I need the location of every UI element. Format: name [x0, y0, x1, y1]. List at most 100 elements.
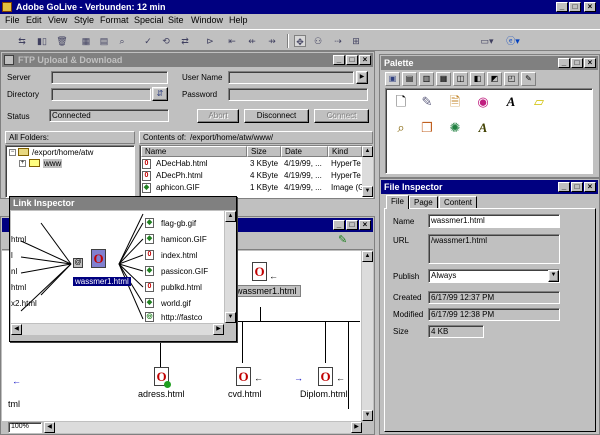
site-node-adress[interactable]: O adress.html	[134, 363, 190, 403]
maximize-button[interactable]: □	[569, 2, 581, 12]
username-field[interactable]	[228, 71, 354, 84]
menu-file[interactable]: File	[5, 15, 20, 25]
palette-tab-9-icon[interactable]: ✎	[521, 72, 536, 86]
site-tool-icon[interactable]: ✎	[338, 234, 352, 246]
abort-button[interactable]: Abort	[197, 109, 239, 123]
tool-11-icon[interactable]: ⇤	[226, 35, 238, 47]
site-maximize-button[interactable]: □	[346, 220, 358, 230]
hierarchy-icon[interactable]: ⚇	[312, 35, 324, 47]
inspector-minimize-button[interactable]: _	[558, 182, 570, 192]
site-node-cvd[interactable]: O ← cvd.html	[222, 363, 282, 403]
link-left-item[interactable]: l	[11, 251, 13, 260]
link-left-item[interactable]: x2.html	[11, 299, 37, 308]
image-tool-icon[interactable]: ✎	[416, 91, 438, 113]
scroll-down-arrow[interactable]: ▼	[362, 186, 373, 197]
inspector-close-button[interactable]: ×	[584, 182, 596, 192]
table-row[interactable]: 0 ADecPh.html 4 KByte 4/19/99, ... Hyper…	[142, 171, 362, 181]
link-left-item[interactable]: html	[11, 235, 26, 244]
minimize-button[interactable]: _	[556, 2, 568, 12]
name-field[interactable]: wassmer1.html	[428, 214, 560, 228]
tab-content[interactable]: Content	[439, 196, 478, 208]
menu-window[interactable]: Window	[191, 15, 223, 25]
scroll-up-arrow[interactable]: ▲	[362, 146, 373, 157]
link-left-item[interactable]: nl	[11, 267, 17, 276]
tool-4-icon[interactable]: ▦	[80, 35, 92, 47]
palette-maximize-button[interactable]: □	[571, 58, 583, 68]
table-row[interactable]: 0 ADecHab.html 3 KByte 4/19/99, ... Hype…	[142, 159, 362, 169]
tool-13-icon[interactable]: ⇸	[266, 35, 278, 47]
link-left-item[interactable]: html	[11, 283, 26, 292]
link-right-item[interactable]: index.html	[161, 251, 197, 260]
username-arrow-button[interactable]: ▶	[356, 71, 368, 84]
palette-tab-basic-icon[interactable]: ▣	[385, 72, 400, 86]
tool-17-icon[interactable]: ⊞	[350, 35, 362, 47]
link-right-item[interactable]: world.gif	[161, 299, 191, 308]
browser-dropdown-icon[interactable]: ⓔ▾	[504, 35, 522, 47]
folder-root[interactable]: /export/home/atw	[32, 148, 93, 157]
tool-10-icon[interactable]: ⊳	[204, 35, 216, 47]
palette-tab-frames-icon[interactable]: ▦	[436, 72, 451, 86]
directory-field[interactable]	[51, 88, 151, 101]
note-icon[interactable]: ▱	[528, 91, 550, 113]
palette-tab-forms-icon[interactable]: ▤	[402, 72, 417, 86]
scroll-left-arrow[interactable]: ◀	[44, 422, 55, 433]
tab-file[interactable]: File	[386, 195, 409, 209]
file-list-scrollbar[interactable]: ▲ ▼	[362, 146, 373, 197]
scroll-up-arrow[interactable]: ▲	[362, 251, 373, 262]
publish-select[interactable]: Always ▼	[428, 269, 560, 283]
tool-2-icon[interactable]: ▮▯	[36, 35, 48, 47]
expand-icon[interactable]: +	[19, 160, 26, 167]
link-right-item[interactable]: flag-gb.gif	[161, 219, 196, 228]
menu-style[interactable]: Style	[74, 15, 94, 25]
move-icon[interactable]: ✥	[294, 35, 306, 47]
tool-5-icon[interactable]: ▤	[98, 35, 110, 47]
tab-page[interactable]: Page	[409, 196, 438, 208]
font-a-icon[interactable]: A	[500, 91, 522, 113]
menu-help[interactable]: Help	[229, 15, 248, 25]
generic-page-icon[interactable]: 🗋	[390, 91, 412, 113]
col-date[interactable]: Date	[281, 146, 328, 157]
site-vscrollbar[interactable]: ▲ ▼	[362, 251, 373, 421]
palette-close-button[interactable]: ×	[584, 58, 596, 68]
site-minimize-button[interactable]: _	[333, 220, 345, 230]
menu-special[interactable]: Special	[134, 15, 164, 25]
ftp-close-button[interactable]: ×	[359, 55, 371, 65]
scroll-right-arrow[interactable]: ▶	[213, 324, 224, 335]
font-set-icon[interactable]: A	[472, 117, 494, 139]
menu-site[interactable]: Site	[168, 15, 184, 25]
table-row[interactable]: ◆ aphicon.GIF 1 KByte 4/19/99, ... Image…	[142, 183, 364, 193]
col-kind[interactable]: Kind	[328, 146, 362, 157]
chevron-down-icon[interactable]: ▼	[548, 270, 559, 282]
disconnect-button[interactable]: Disconnect	[244, 109, 309, 123]
link-right-item[interactable]: passicon.GIF	[161, 267, 208, 276]
color-wheel-icon[interactable]: ◉	[472, 91, 494, 113]
zoom-select[interactable]: 100%	[8, 422, 42, 433]
directory-browse-button[interactable]: ⇵	[152, 87, 168, 101]
palette-tab-cybo-icon[interactable]: ◧	[470, 72, 485, 86]
site-close-button[interactable]: ×	[359, 220, 371, 230]
link-inspector-vscrollbar[interactable]: ▲ ▼	[225, 211, 236, 323]
password-field[interactable]	[228, 88, 368, 101]
document-color-icon[interactable]: 🗎	[444, 91, 466, 113]
search-page-icon[interactable]: ⌕	[390, 117, 412, 139]
server-field[interactable]	[51, 71, 168, 84]
link-inspector-hscrollbar[interactable]: ◀ ▶	[11, 324, 224, 335]
palette-tab-site-icon[interactable]: ◫	[453, 72, 468, 86]
menu-format[interactable]: Format	[100, 15, 129, 25]
scroll-right-arrow[interactable]: ▶	[351, 422, 362, 433]
pages-stack-icon[interactable]: ❐	[416, 117, 438, 139]
link-center-label[interactable]: wassmer1.html	[73, 277, 131, 286]
close-button[interactable]: ×	[584, 2, 596, 12]
check-icon[interactable]: ✓	[142, 35, 154, 47]
site-node-diplom[interactable]: → O ← Diplom.html	[294, 363, 358, 403]
palette-tab-head-icon[interactable]: ▥	[419, 72, 434, 86]
site-hscrollbar[interactable]: ◀ ▶	[44, 422, 362, 433]
scroll-down-arrow[interactable]: ▼	[225, 312, 236, 323]
folder-www[interactable]: www	[43, 159, 63, 168]
color-palette-icon[interactable]: ✺	[444, 117, 466, 139]
link-right-item[interactable]: publkd.html	[161, 283, 202, 292]
connect-button[interactable]: Connect	[314, 109, 369, 123]
tool-9-icon[interactable]: ⇄	[179, 35, 191, 47]
ftp-minimize-button[interactable]: _	[333, 55, 345, 65]
menu-view[interactable]: View	[48, 15, 67, 25]
